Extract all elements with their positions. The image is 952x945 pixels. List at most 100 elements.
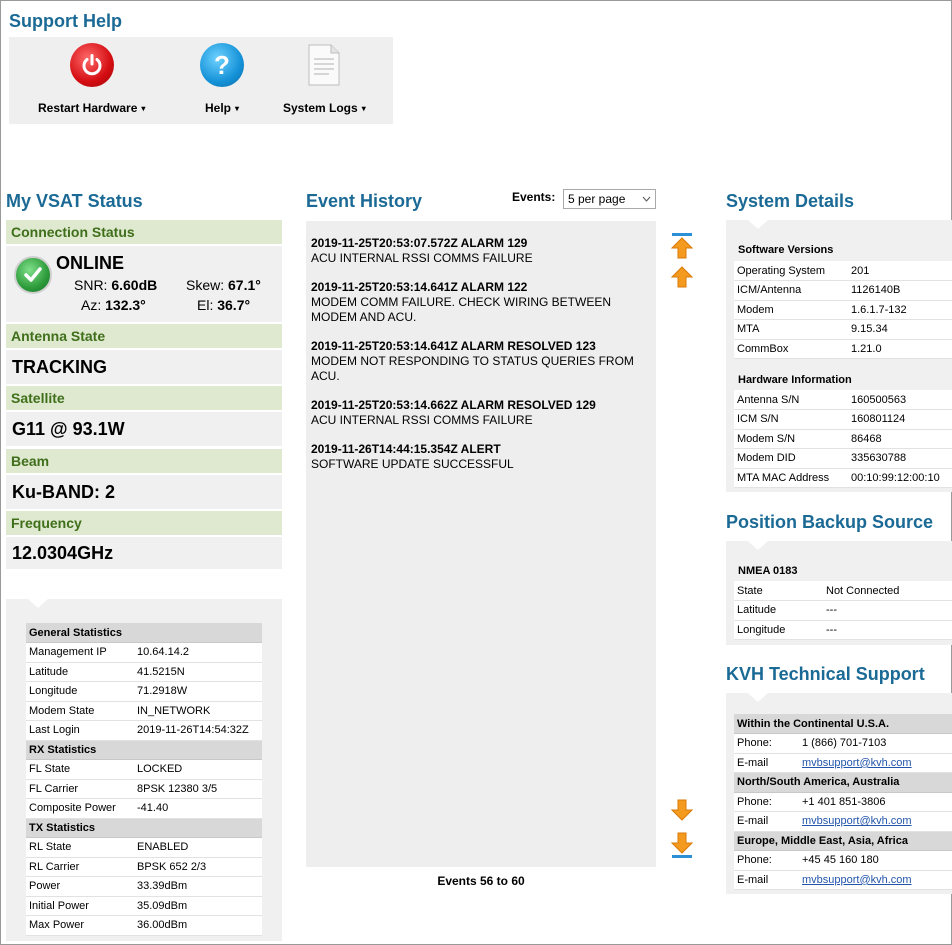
email-label: E-mail [734, 753, 799, 773]
table-row: Longitude 71.2918W [26, 681, 262, 702]
row-label: ICM/Antenna [734, 280, 848, 301]
row-value: 00:10:99:12:00:10 [848, 468, 952, 488]
restart-hardware-label: Restart Hardware [38, 101, 138, 115]
statistics-table: General Statistics Management IP 10.64.14.… [26, 623, 262, 936]
antenna-state-header: Antenna State [6, 324, 282, 348]
event-message: ACU INTERNAL RSSI COMMS FAILURE [311, 413, 533, 427]
skew-value: 67.1° [228, 277, 261, 293]
support-email-link[interactable]: mvbsupport@kvh.com [802, 815, 912, 827]
help-button[interactable]: ? Help ▾ [200, 43, 244, 115]
restart-hardware-button[interactable]: Restart Hardware ▾ [38, 43, 145, 115]
row-value: 1.6.1.7-132 [848, 300, 952, 320]
row-label: Management IP [26, 642, 134, 663]
email-cell: mvbsupport@kvh.com [799, 753, 952, 773]
event-time: 2019-11-26T14:44:15.354Z ALERT [311, 442, 501, 456]
event-time: 2019-11-25T20:53:14.662Z ALARM RESOLVED … [311, 398, 596, 412]
row-value: 36.00dBm [134, 915, 262, 936]
scroll-down-icon[interactable] [671, 798, 693, 822]
header-spacer [134, 740, 262, 760]
antenna-state-value: TRACKING [6, 350, 282, 384]
connection-status-box: ONLINE SNR: 6.60dB Skew: 67.1° Az: 132.3… [6, 246, 282, 322]
row-label: Modem State [26, 701, 134, 721]
scroll-up-icon[interactable] [671, 265, 693, 289]
row-value: ENABLED [134, 837, 262, 858]
table-row: E-mail mvbsupport@kvh.com [734, 870, 952, 890]
row-value: 41.5215N [134, 662, 262, 682]
skew-label: Skew: [186, 277, 225, 293]
row-value: BPSK 652 2/3 [134, 857, 262, 877]
panel-notch [748, 220, 768, 229]
event-item: 2019-11-26T14:44:15.354Z ALERT SOFTWARE U… [311, 442, 651, 472]
event-history-title: Event History [306, 191, 423, 211]
frequency-header: Frequency [6, 511, 282, 535]
az-value: 132.3° [105, 297, 146, 313]
general-statistics-header: General Statistics [26, 623, 262, 643]
satellite-header: Satellite [6, 386, 282, 410]
row-label: RL State [26, 837, 134, 858]
table-row: Longitude --- [734, 620, 952, 640]
event-time: 2019-11-25T20:53:14.641Z ALARM 122 [311, 280, 528, 294]
event-history-panel: 2019-11-25T20:53:07.572Z ALARM 129 ACU IN… [306, 221, 656, 867]
row-label: Longitude [26, 681, 134, 702]
table-row: FL Carrier 8PSK 12380 3/5 [26, 779, 262, 799]
scroll-bottom-icon[interactable] [671, 831, 693, 859]
position-backup-table: State Not Connected Latitude --- Longitude --… [734, 581, 952, 640]
tech-support-table: Within the Continental U.S.A. Phone: 1 (86… [734, 714, 952, 890]
statistics-panel: General Statistics Management IP 10.64.14.… [6, 599, 282, 941]
tx-statistics-header: TX Statistics [26, 818, 262, 838]
scroll-top-icon[interactable] [671, 232, 693, 260]
row-value: 86468 [848, 429, 952, 449]
rx-statistics-header: RX Statistics [26, 740, 262, 760]
event-item: 2019-11-25T20:53:07.572Z ALARM 129 ACU IN… [311, 236, 651, 266]
row-value: IN_NETWORK [134, 701, 262, 721]
phone-value: +1 401 851-3806 [799, 792, 952, 812]
vsat-status-title: My VSAT Status [6, 191, 143, 211]
row-label: FL Carrier [26, 779, 134, 799]
support-region-header: North/South America, Australia [734, 772, 952, 793]
row-value: 1.21.0 [848, 339, 952, 359]
event-message: ACU INTERNAL RSSI COMMS FAILURE [311, 251, 533, 265]
table-row: Phone: +45 45 160 180 [734, 850, 952, 871]
beam-header: Beam [6, 449, 282, 473]
system-logs-button[interactable]: System Logs ▾ [283, 43, 366, 115]
row-label: ICM S/N [734, 409, 848, 430]
row-label: Initial Power [26, 896, 134, 916]
table-row: ICM/Antenna 1126140B [734, 280, 952, 301]
table-row: Modem State IN_NETWORK [26, 701, 262, 721]
table-row: Phone: +1 401 851-3806 [734, 792, 952, 812]
document-icon [302, 43, 346, 87]
row-label: Last Login [26, 720, 134, 741]
row-value: 71.2918W [134, 681, 262, 702]
table-row: Latitude --- [734, 600, 952, 621]
table-row: FL State LOCKED [26, 759, 262, 780]
row-label: Operating System [734, 261, 848, 281]
row-value: 335630788 [848, 448, 952, 469]
support-toolbar: Restart Hardware ▾ ? Help ▾ System Logs ▾ [9, 37, 393, 124]
row-value: 160500563 [848, 390, 952, 410]
support-email-link[interactable]: mvbsupport@kvh.com [802, 757, 912, 769]
check-icon [14, 256, 52, 294]
row-value: 2019-11-26T14:54:32Z [134, 720, 262, 741]
panel-notch [748, 693, 768, 702]
table-row: MTA MAC Address 00:10:99:12:00:10 [734, 468, 952, 488]
beam-value: Ku-BAND: 2 [6, 475, 282, 509]
table-row: Operating System 201 [734, 261, 952, 281]
header-spacer [134, 818, 262, 838]
row-label: Max Power [26, 915, 134, 936]
panel-notch [748, 541, 768, 550]
nmea-header: NMEA 0183 [738, 565, 798, 577]
row-value: --- [823, 620, 952, 640]
row-label: MTA [734, 319, 848, 340]
table-row: Max Power 36.00dBm [26, 915, 262, 936]
chevron-down-icon: ▾ [141, 104, 146, 113]
support-email-link[interactable]: mvbsupport@kvh.com [802, 874, 912, 886]
row-label: Modem DID [734, 448, 848, 469]
events-per-page-select[interactable]: 5 per page [563, 189, 656, 209]
el-value: 36.7° [217, 297, 251, 313]
event-item: 2019-11-25T20:53:14.662Z ALARM RESOLVED … [311, 398, 651, 428]
table-row: Modem 1.6.1.7-132 [734, 300, 952, 320]
help-icon: ? [200, 43, 244, 87]
event-item: 2019-11-25T20:53:14.641Z ALARM RESOLVED … [311, 339, 651, 384]
event-item: 2019-11-25T20:53:14.641Z ALARM 122 MODEM … [311, 280, 651, 325]
panel-notch [28, 599, 48, 608]
